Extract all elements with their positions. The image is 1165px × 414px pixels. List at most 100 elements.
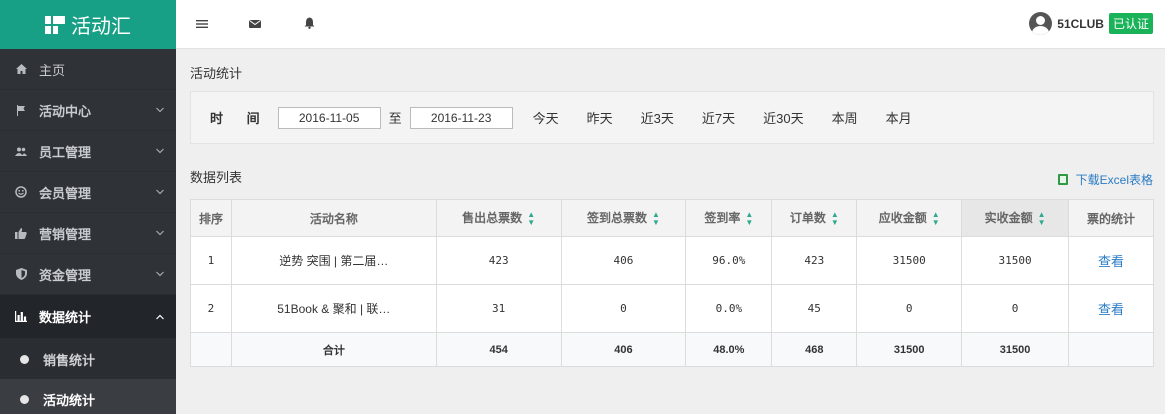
sidebar-item-home[interactable]: 主页 xyxy=(0,49,176,90)
cell-action xyxy=(1068,332,1154,367)
shield-icon xyxy=(14,268,28,280)
mail-icon[interactable] xyxy=(249,17,263,31)
table-row: 1 逆势 突围 | 第二届… 423 406 96.0% 423 31500 3… xyxy=(190,236,1154,285)
sidebar-item-marketing[interactable]: 营销管理 xyxy=(0,213,176,254)
bullet-icon xyxy=(20,354,29,364)
sort-icon[interactable]: ▲ ▼ xyxy=(745,210,753,227)
app-logo[interactable]: 活动汇 xyxy=(0,0,176,49)
col-header-index: 排序 xyxy=(190,199,232,237)
sidebar-item-label: 资金管理 xyxy=(39,267,92,283)
sidebar-item-activity-center[interactable]: 活动中心 xyxy=(0,90,176,131)
quick-range-today[interactable]: 今天 xyxy=(533,108,559,127)
time-label: 时 间 xyxy=(210,111,270,126)
excel-icon xyxy=(1057,174,1068,185)
sort-icon[interactable]: ▲ ▼ xyxy=(831,210,839,227)
cell-sold: 454 xyxy=(435,332,562,367)
quick-range-yesterday[interactable]: 昨天 xyxy=(587,108,613,127)
cell-orders: 468 xyxy=(771,332,858,367)
page-title: 活动统计 xyxy=(190,66,243,81)
cell-checked-in: 406 xyxy=(560,236,687,285)
user-menu[interactable]: 51CLUB 已认证 xyxy=(1029,12,1153,35)
col-header-sold[interactable]: 售出总票数 ▲ ▼ xyxy=(435,199,562,237)
chevron-up-icon xyxy=(156,311,164,321)
cell-sold: 423 xyxy=(435,236,562,285)
bell-icon[interactable] xyxy=(304,17,318,31)
table-row: 2 51Book & 聚和 | 联… 31 0 0.0% 45 0 0 查看 xyxy=(190,284,1154,333)
cell-rate: 48.0% xyxy=(685,332,773,367)
quick-range-7days[interactable]: 近7天 xyxy=(702,108,735,127)
cell-rate: 96.0% xyxy=(685,236,773,285)
chevron-down-icon xyxy=(156,269,164,279)
quick-range-3days[interactable]: 近3天 xyxy=(641,108,674,127)
view-link[interactable]: 查看 xyxy=(1098,254,1124,269)
view-link[interactable]: 查看 xyxy=(1098,302,1124,317)
users-icon xyxy=(14,147,28,156)
sort-icon[interactable]: ▲ ▼ xyxy=(1038,210,1046,227)
sidebar-subitem-activity-stats[interactable]: 活动统计 xyxy=(0,379,176,414)
table-header-row: 排序 活动名称 售出总票数 ▲ ▼ 签到总票数 ▲ ▼ 签到率 ▲ ▼ 订单数 ▲ ▼ 应收金额… xyxy=(190,199,1154,237)
to-label: 至 xyxy=(388,111,402,126)
app-name: 活动汇 xyxy=(71,16,131,38)
download-excel-label[interactable]: 下载Excel表格 xyxy=(1076,171,1153,188)
cell-sold: 31 xyxy=(435,284,562,333)
list-title: 数据列表 xyxy=(190,170,243,185)
cell-orders: 45 xyxy=(771,284,858,333)
cell-receivable: 0 xyxy=(856,284,963,333)
col-header-orders[interactable]: 订单数 ▲ ▼ xyxy=(771,199,858,237)
main-content: 活动统计 时 间 至 今天 昨天 近3天 近7天 近30天 本周 本月 数据列表… xyxy=(176,49,1165,414)
sort-icon[interactable]: ▲ ▼ xyxy=(932,210,940,227)
start-date-input[interactable] xyxy=(277,106,381,129)
col-header-label: 签到总票数 xyxy=(587,211,648,226)
col-header-ticket-stats: 票的统计 xyxy=(1068,199,1154,237)
col-header-rate[interactable]: 签到率 ▲ ▼ xyxy=(685,199,773,237)
col-header-receivable[interactable]: 应收金额 ▲ ▼ xyxy=(856,199,963,237)
bar-chart-icon xyxy=(14,311,28,322)
user-name[interactable]: 51CLUB xyxy=(1057,17,1104,31)
chevron-down-icon xyxy=(156,105,164,115)
cell-received: 0 xyxy=(961,284,1070,333)
top-header: 51CLUB 已认证 xyxy=(176,0,1165,49)
col-header-checked-in[interactable]: 签到总票数 ▲ ▼ xyxy=(560,199,687,237)
col-header-label: 签到率 xyxy=(704,211,741,226)
sidebar-item-staff[interactable]: 员工管理 xyxy=(0,131,176,172)
quick-range-this-month[interactable]: 本月 xyxy=(886,108,912,127)
chevron-down-icon xyxy=(156,187,164,197)
cell-action: 查看 xyxy=(1068,236,1154,285)
quick-range-this-week[interactable]: 本周 xyxy=(832,108,858,127)
sidebar-item-funds[interactable]: 资金管理 xyxy=(0,254,176,295)
cell-received: 31500 xyxy=(961,236,1070,285)
cell-index: 2 xyxy=(190,284,232,333)
sidebar-item-label: 会员管理 xyxy=(39,185,92,201)
chevron-down-icon xyxy=(156,146,164,156)
avatar[interactable] xyxy=(1029,12,1053,35)
cell-checked-in: 406 xyxy=(560,332,687,367)
menu-icon[interactable] xyxy=(196,17,210,31)
logo-icon xyxy=(45,15,65,34)
sidebar-item-label: 员工管理 xyxy=(39,144,92,160)
sidebar-subitem-label: 销售统计 xyxy=(43,352,96,368)
bullet-icon xyxy=(20,394,29,404)
cell-total-label: 合计 xyxy=(230,332,437,367)
cell-receivable: 31500 xyxy=(856,236,963,285)
end-date-input[interactable] xyxy=(409,106,513,129)
sidebar-subitem-sales-stats[interactable]: 销售统计 xyxy=(0,339,176,379)
thumbs-up-icon xyxy=(14,227,28,239)
quick-range-30days[interactable]: 近30天 xyxy=(763,108,803,127)
col-header-received[interactable]: 实收金额 ▲ ▼ xyxy=(961,199,1070,237)
sidebar: 活动汇 主页 活动中心 员工管理 会员管理 营销管理 资金管理 数据统计 销售统… xyxy=(0,0,176,414)
cell-name: 51Book & 聚和 | 联… xyxy=(230,284,437,333)
smile-icon xyxy=(14,186,28,198)
sidebar-item-label: 活动中心 xyxy=(39,103,92,119)
cell-rate: 0.0% xyxy=(685,284,773,333)
sort-icon[interactable]: ▲ ▼ xyxy=(527,210,535,227)
home-icon xyxy=(14,64,28,74)
sort-icon[interactable]: ▲ ▼ xyxy=(652,210,660,227)
download-excel-link[interactable]: 下载Excel表格 xyxy=(1057,171,1153,188)
verified-badge: 已认证 xyxy=(1108,13,1153,34)
sidebar-item-members[interactable]: 会员管理 xyxy=(0,172,176,213)
cell-index xyxy=(190,332,232,367)
sidebar-item-statistics[interactable]: 数据统计 xyxy=(0,295,176,339)
cell-name: 逆势 突围 | 第二届… xyxy=(230,236,437,285)
cell-checked-in: 0 xyxy=(560,284,687,333)
chevron-down-icon xyxy=(156,228,164,238)
